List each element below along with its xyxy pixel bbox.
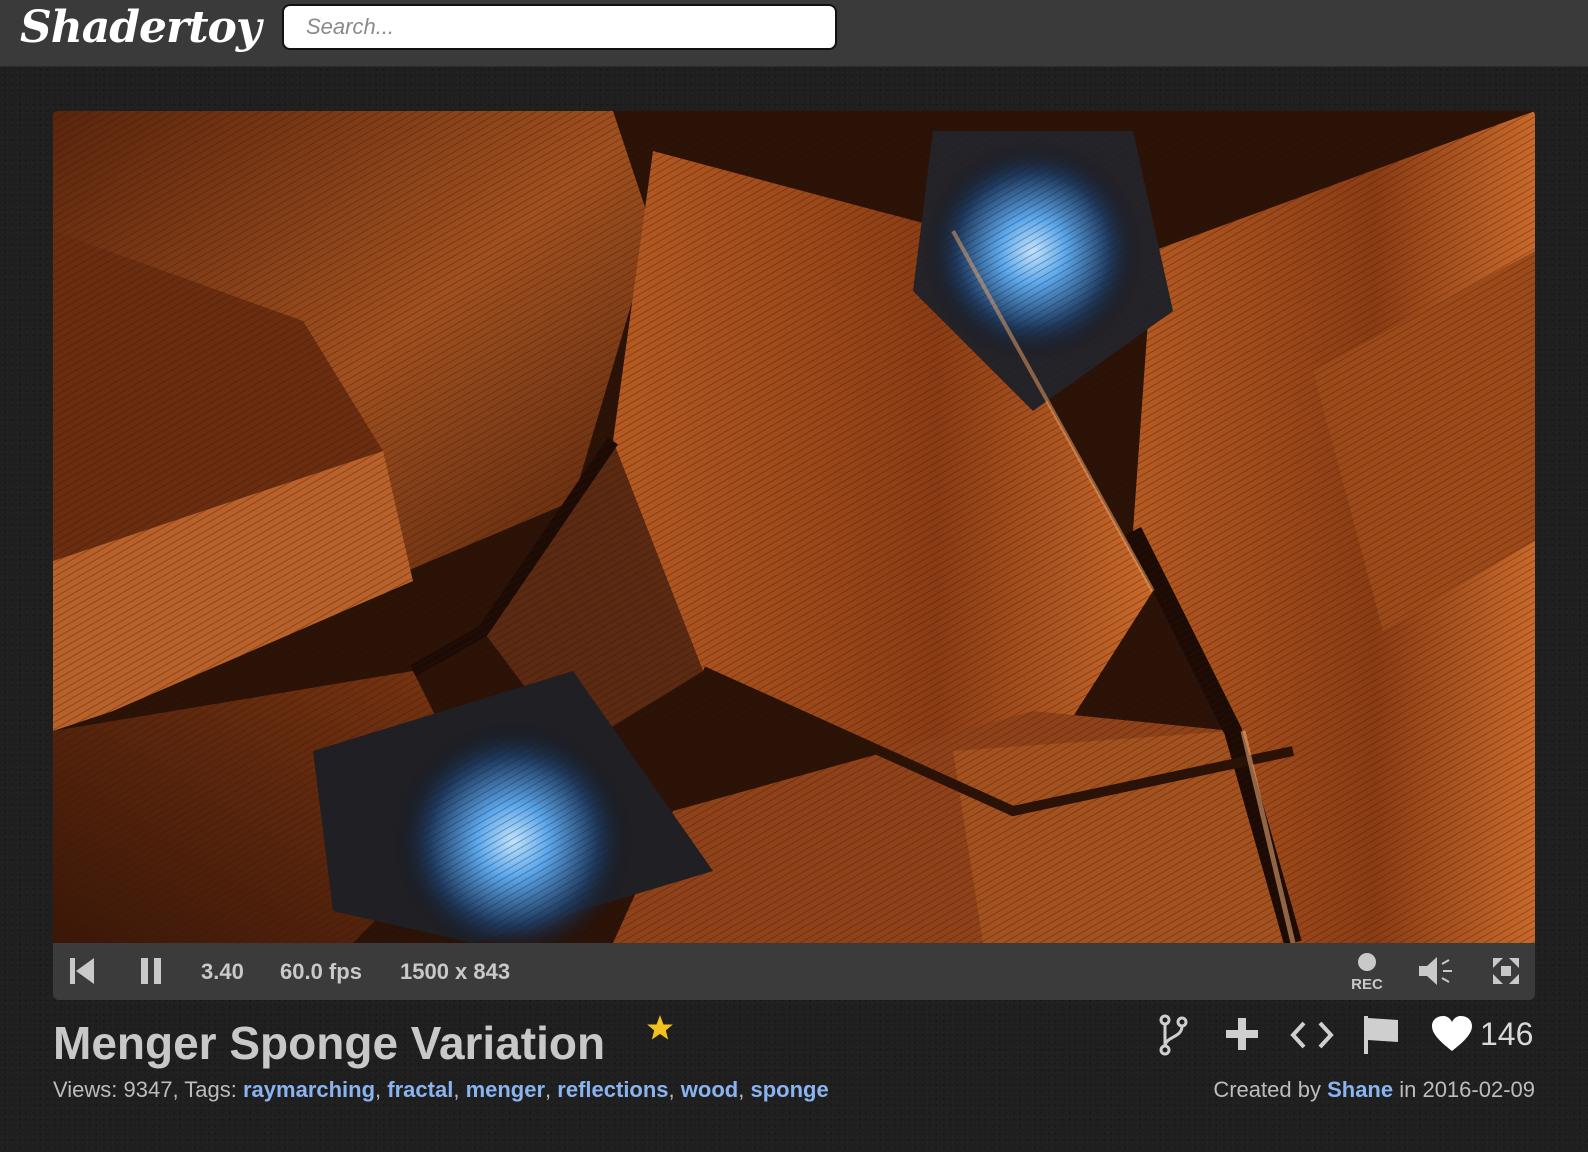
rewind-icon[interactable] [70, 958, 94, 984]
credit-prefix: Created by [1213, 1077, 1328, 1102]
search-input[interactable] [282, 4, 837, 50]
volume-icon[interactable] [1419, 955, 1455, 987]
top-navigation-bar: Shadertoy [0, 0, 1588, 67]
shadertoy-logo[interactable]: Shadertoy [20, 2, 261, 53]
star-icon[interactable] [646, 1014, 674, 1042]
shader-credit: Created by Shane in 2016-02-09 [1213, 1077, 1535, 1103]
player-control-bar: 3.40 60.0 fps 1500 x 843 REC [53, 943, 1535, 1000]
shader-canvas[interactable] [53, 111, 1535, 943]
code-icon[interactable] [1290, 1020, 1334, 1050]
tag-link[interactable]: raymarching [243, 1077, 375, 1102]
tag-link[interactable]: menger [466, 1077, 545, 1102]
fullscreen-icon[interactable] [1493, 958, 1519, 984]
tag-link[interactable]: wood [681, 1077, 738, 1102]
heart-icon[interactable] [1432, 1016, 1472, 1052]
credit-date: in 2016-02-09 [1393, 1077, 1535, 1102]
shader-meta: Views: 9347, Tags: raymarching, fractal,… [53, 1077, 829, 1102]
fps-display: 60.0 fps [280, 959, 362, 984]
shader-render-image [53, 111, 1535, 943]
tag-link[interactable]: fractal [387, 1077, 453, 1102]
record-icon [1358, 953, 1376, 971]
record-button[interactable]: REC [1347, 951, 1387, 995]
flag-icon[interactable] [1362, 1016, 1400, 1054]
rec-label: REC [1351, 976, 1383, 993]
resolution-display: 1500 x 843 [400, 959, 511, 984]
views-and-tags-label: Views: 9347, Tags: [53, 1077, 243, 1102]
author-link[interactable]: Shane [1327, 1077, 1393, 1102]
tag-link[interactable]: reflections [557, 1077, 668, 1102]
pause-icon[interactable] [141, 958, 163, 984]
shader-title: Menger Sponge Variation [53, 1017, 606, 1069]
add-icon[interactable] [1226, 1018, 1258, 1050]
fork-icon[interactable] [1158, 1014, 1188, 1056]
time-display: 3.40 [201, 959, 244, 984]
likes-count: 146 [1480, 1016, 1534, 1052]
tag-link[interactable]: sponge [750, 1077, 828, 1102]
